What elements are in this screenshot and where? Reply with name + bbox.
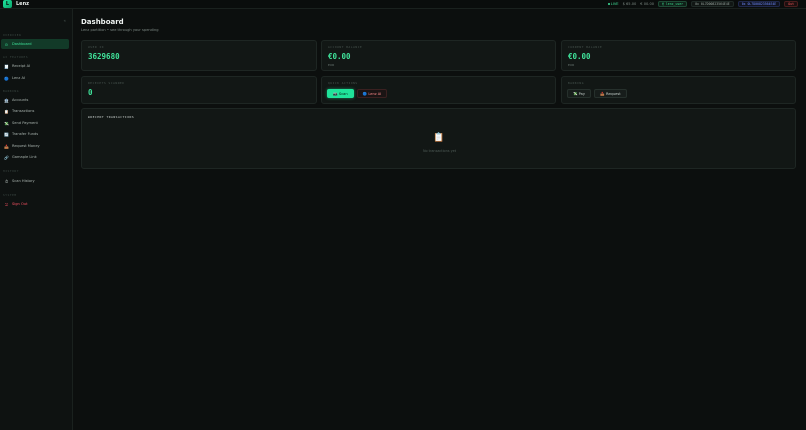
sidebar-item-label: Transfer Funds	[12, 132, 39, 136]
balance-eur: € 00.00	[640, 2, 655, 6]
sidebar-item-label: Accounts	[12, 98, 29, 102]
page-title: Dashboard	[81, 18, 124, 26]
inbox-icon: 📥	[4, 143, 9, 149]
sidebar-item-label: Transactions	[12, 109, 35, 113]
money-wings-icon: 💸	[4, 120, 9, 126]
account-balance-value: €0.00	[328, 52, 351, 61]
network-address-pill[interactable]: 0x 0L7D00823564E4E	[737, 1, 781, 7]
balance-usd: $ 65.00	[622, 2, 637, 6]
dashboard-icon: ⊙	[4, 41, 9, 47]
section-system: SYSTEM	[3, 193, 17, 197]
card-label: QUICK ACTIONS	[328, 81, 358, 85]
clipboard-icon: 📋	[433, 133, 445, 143]
scan-button[interactable]: 📷 Scan	[327, 89, 354, 98]
live-indicator: LIVE	[607, 2, 619, 6]
app-logo[interactable]: L	[3, 0, 12, 8]
sidebar-item-receipt-ai[interactable]: 🧾 Receipt AI	[1, 61, 69, 71]
transfer-icon: 🔄	[4, 131, 9, 137]
sidebar: « OVERVIEW ⊙ Dashboard AI FEATURES 🧾 Rec…	[0, 9, 73, 430]
sidebar-item-send-payment[interactable]: 💸 Send Payment	[1, 118, 69, 128]
section-history: HISTORY	[3, 169, 19, 173]
top-bar: L Lenz LIVE $ 65.00 € 00.00 @ lenz_user …	[0, 0, 806, 9]
logout-button[interactable]: Out	[784, 1, 798, 7]
sidebar-item-label: Gamaple Link	[12, 155, 37, 159]
sidebar-item-label: Lenz AI	[12, 76, 25, 80]
card-label: RECEIPTS SCANNED	[88, 81, 125, 85]
sidebar-item-label: Sign Out	[12, 202, 28, 206]
receipts-scanned-value: 0	[88, 88, 93, 97]
currency-unit: EUR	[328, 63, 335, 67]
empty-state-text: No transactions yet	[422, 149, 457, 153]
lenz-ai-button[interactable]: 🔵 Lenz AI	[357, 89, 387, 98]
brand-name: Lenz	[16, 1, 30, 7]
card-label: CURRENT BALANCE	[568, 45, 603, 49]
sidebar-item-label: Scan History	[12, 179, 35, 183]
user-pill[interactable]: @ lenz_user	[658, 1, 688, 7]
quick-actions-card: QUICK ACTIONS 📷 Scan 🔵 Lenz AI	[321, 76, 556, 104]
main-content: Dashboard Lenz partition • see through y…	[73, 9, 806, 430]
sidebar-item-dashboard[interactable]: ⊙ Dashboard	[1, 39, 69, 49]
card-label: USER ID	[88, 45, 104, 49]
history-icon: ⏱	[5, 178, 8, 184]
wallet-address-pill[interactable]: 0x 0L7D00823564E4E	[691, 1, 734, 7]
card-label: ACCOUNT BALANCE	[328, 45, 363, 49]
banking-card: BANKING 💸 Pay 📥 Request	[561, 76, 796, 104]
top-status-area: LIVE $ 65.00 € 00.00 @ lenz_user 0x 0L7D…	[607, 1, 798, 7]
card-label: BANKING	[568, 81, 584, 85]
user-id-card: USER ID 3629680	[81, 40, 317, 71]
pay-button[interactable]: 💸 Pay	[567, 89, 591, 98]
recent-transactions-title: ▮RECENT TRANSACTIONS	[88, 115, 135, 119]
page-subtitle: Lenz partition • see through your spendi…	[81, 28, 159, 32]
bank-icon: 🏦	[4, 97, 9, 103]
sidebar-item-lenz-ai[interactable]: 🔵 Lenz AI	[1, 73, 69, 83]
section-ai-features: AI FEATURES	[3, 55, 29, 59]
recent-transactions-card: ▮RECENT TRANSACTIONS 📋 No transactions y…	[81, 108, 796, 169]
current-balance-value: €0.00	[568, 52, 591, 61]
sidebar-item-transactions[interactable]: 📋 Transactions	[1, 106, 69, 116]
sidebar-item-label: Dashboard	[12, 42, 32, 46]
sidebar-item-payment-link[interactable]: 🔗 Gamaple Link	[1, 152, 69, 162]
account-balance-card: ACCOUNT BALANCE €0.00 EUR	[321, 40, 556, 71]
request-button[interactable]: 📥 Request	[594, 89, 627, 98]
sidebar-item-label: Receipt AI	[12, 64, 31, 68]
sign-out-icon: ⎋	[4, 201, 8, 207]
sidebar-item-request-money[interactable]: 📥 Request Money	[1, 141, 69, 151]
sidebar-item-sign-out[interactable]: ⎋ Sign Out	[1, 199, 69, 209]
sidebar-item-label: Send Payment	[12, 121, 38, 125]
receipts-scanned-card: RECEIPTS SCANNED 0	[81, 76, 317, 104]
sidebar-item-transfer-funds[interactable]: 🔄 Transfer Funds	[1, 129, 69, 139]
sidebar-item-accounts[interactable]: 🏦 Accounts	[1, 95, 69, 105]
section-overview: OVERVIEW	[3, 33, 22, 37]
collapse-icon[interactable]: «	[64, 18, 66, 23]
user-id-value: 3629680	[88, 52, 120, 61]
section-banking: BANKING	[3, 89, 19, 93]
receipt-icon: 🧾	[4, 63, 9, 69]
current-balance-card: CURRENT BALANCE €0.00 EUR	[561, 40, 796, 71]
currency-unit: EUR	[568, 63, 575, 67]
clipboard-icon: 📋	[4, 108, 9, 114]
sidebar-item-scan-history[interactable]: ⏱ Scan History	[1, 176, 69, 186]
live-dot-icon	[607, 3, 610, 5]
sidebar-item-label: Request Money	[12, 144, 40, 148]
lenz-ai-icon: 🔵	[4, 75, 9, 81]
live-label: LIVE	[610, 2, 619, 6]
link-icon: 🔗	[4, 154, 9, 160]
